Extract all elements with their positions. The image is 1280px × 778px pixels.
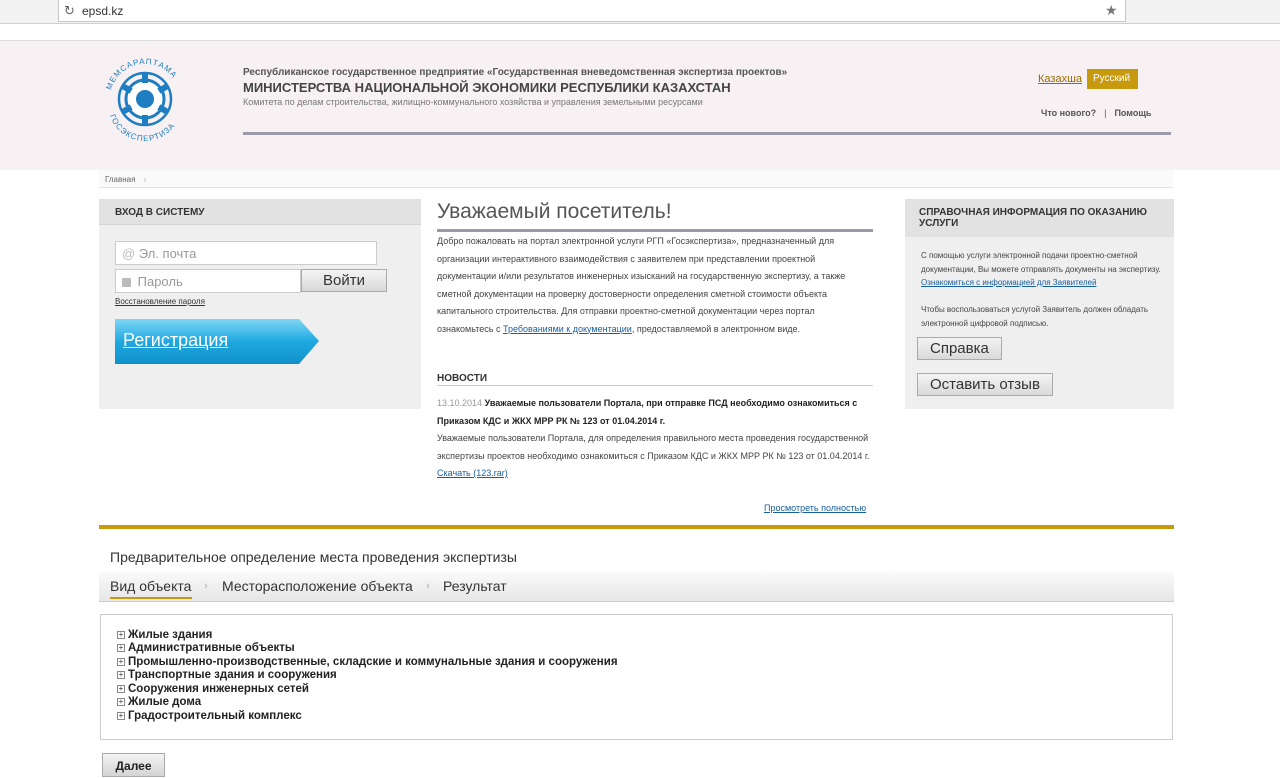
- next-button[interactable]: Далее: [102, 753, 165, 777]
- login-button[interactable]: Войти: [301, 269, 387, 292]
- expand-icon[interactable]: +: [117, 671, 125, 679]
- tab-arrow: ›: [204, 580, 208, 592]
- tree-item-label: Жилые дома: [128, 696, 202, 708]
- breadcrumb-home[interactable]: Главная: [105, 175, 135, 184]
- view-all-link[interactable]: Просмотреть полностью: [764, 503, 866, 513]
- news-headline: Уважаемые пользователи Портала, при отпр…: [437, 398, 858, 426]
- tree-item-label: Жилые здания: [128, 629, 213, 641]
- tree-item-label: Административные объекты: [128, 642, 295, 654]
- login-panel: ВХОД В СИСТЕМУ @ Эл. почта Пароль Войти …: [99, 199, 421, 409]
- lang-russian-button[interactable]: Русский: [1087, 69, 1138, 89]
- news-item: 13.10.2014 Уважаемые пользователи Портал…: [437, 395, 873, 483]
- expand-icon[interactable]: +: [117, 644, 125, 652]
- browser-toolbar: ↻ epsd.kz ★: [0, 0, 1280, 24]
- tree-item[interactable]: + Сооружения инженерных сетей: [117, 683, 309, 695]
- requirements-link[interactable]: Требованиями к документации: [503, 324, 632, 334]
- news-divider: [437, 385, 873, 386]
- email-field[interactable]: @ Эл. почта: [115, 241, 377, 265]
- news-download-link[interactable]: Скачать (123.rar): [437, 468, 508, 478]
- bookmark-star-icon[interactable]: ★: [1105, 2, 1118, 19]
- news-title: НОВОСТИ: [437, 373, 488, 384]
- tab-result[interactable]: Результат: [443, 578, 507, 594]
- email-placeholder: Эл. почта: [138, 246, 197, 261]
- whats-new-link[interactable]: Что нового?: [1041, 108, 1096, 118]
- recover-password-link[interactable]: Восстановление пароля: [115, 297, 205, 306]
- help-button[interactable]: Справка: [917, 337, 1002, 360]
- news-text: Уважаемые пользователи Портала, для опре…: [437, 433, 870, 461]
- register-link[interactable]: Регистрация: [123, 330, 228, 351]
- active-tab-indicator: [110, 597, 192, 599]
- tab-arrow: ›: [426, 580, 430, 592]
- breadcrumb: Главная ›: [105, 175, 146, 184]
- welcome-title: Уважаемый посетитель!: [437, 200, 672, 223]
- breadcrumb-arrow: ›: [143, 175, 147, 184]
- login-title: ВХОД В СИСТЕМУ: [99, 199, 421, 225]
- tree-item-label: Градостроительный комплекс: [128, 710, 302, 722]
- feedback-button[interactable]: Оставить отзыв: [917, 373, 1053, 396]
- tree-item[interactable]: + Жилые здания: [117, 629, 212, 641]
- reference-text: С помощью услуги электронной подачи прое…: [921, 249, 1161, 290]
- tree-item[interactable]: + Транспортные здания и сооружения: [117, 669, 337, 681]
- news-date: 13.10.2014: [437, 398, 483, 408]
- tree-item[interactable]: + Жилые дома: [117, 696, 201, 708]
- expand-icon[interactable]: +: [117, 685, 125, 693]
- url-text[interactable]: epsd.kz: [82, 4, 123, 18]
- tab-object-type[interactable]: Вид объекта: [110, 578, 191, 594]
- link-separator: |: [1104, 108, 1107, 118]
- welcome-divider: [437, 229, 873, 232]
- tree-item[interactable]: + Промышленно-производственные, складские…: [117, 656, 618, 668]
- reference-title: СПРАВОЧНАЯ ИНФОРМАЦИЯ ПО ОКАЗАНИЮ УСЛУГИ: [905, 199, 1174, 237]
- reload-icon[interactable]: ↻: [64, 3, 75, 19]
- expand-icon[interactable]: +: [117, 631, 125, 639]
- org-name-line3: Комитета по делам строительства, жилищно…: [243, 97, 703, 107]
- reference-body: С помощью услуги электронной подачи прое…: [921, 251, 1161, 274]
- tree-item[interactable]: + Градостроительный комплекс: [117, 710, 302, 722]
- tree-item-label: Транспортные здания и сооружения: [128, 669, 337, 681]
- help-link[interactable]: Помощь: [1114, 108, 1151, 118]
- email-icon: @: [122, 246, 136, 261]
- tree-item-label: Промышленно-производственные, складские …: [128, 656, 618, 668]
- tree-item-label: Сооружения инженерных сетей: [128, 683, 309, 695]
- gosexpertiza-logo[interactable]: МЕМСАРАПТАМА ГОСЭКСПЕРТИЗА: [98, 52, 192, 146]
- tab-object-location[interactable]: Месторасположение объекта: [222, 578, 413, 594]
- breadcrumb-bar: [99, 170, 1173, 188]
- welcome-body: Добро пожаловать на портал электронной у…: [437, 236, 846, 334]
- password-placeholder: Пароль: [137, 274, 183, 289]
- section-divider: [99, 525, 1174, 529]
- header-divider: [243, 132, 1171, 135]
- expertise-title: Предварительное определение места провед…: [110, 549, 517, 565]
- reference-panel: СПРАВОЧНАЯ ИНФОРМАЦИЯ ПО ОКАЗАНИЮ УСЛУГИ…: [905, 199, 1174, 409]
- address-bar[interactable]: [58, 0, 1126, 22]
- applicant-info-link[interactable]: Ознакомиться с информацией для Заявителе…: [921, 278, 1096, 287]
- org-name-line1: Республиканское государственное предприя…: [243, 67, 788, 78]
- tree-item[interactable]: + Административные объекты: [117, 642, 295, 654]
- org-name-line2: МИНИСТЕРСТВА НАЦИОНАЛЬНОЙ ЭКОНОМИКИ РЕСП…: [243, 80, 731, 95]
- lock-icon: [122, 278, 131, 287]
- top-links: Что нового? | Помощь: [1041, 108, 1151, 118]
- expand-icon[interactable]: +: [117, 712, 125, 720]
- reference-text-2: Чтобы воспользоваться услугой Заявитель …: [921, 305, 1149, 328]
- password-field[interactable]: Пароль: [115, 269, 301, 293]
- expand-icon[interactable]: +: [117, 658, 125, 666]
- welcome-body-end: , предоставляемой в электронном виде.: [631, 323, 801, 334]
- lang-kazakh-link[interactable]: Казахша: [1038, 73, 1082, 85]
- welcome-text: Добро пожаловать на портал электронной у…: [437, 233, 873, 338]
- expand-icon[interactable]: +: [117, 698, 125, 706]
